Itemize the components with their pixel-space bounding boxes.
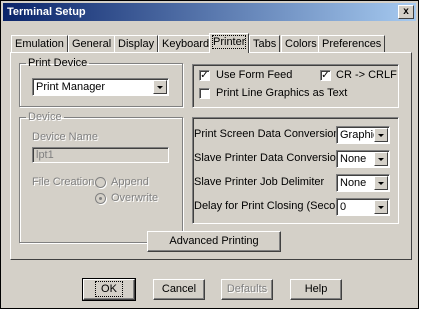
file-creation-label: File Creation xyxy=(32,176,95,188)
use-form-feed-label: Use Form Feed xyxy=(216,69,293,81)
chevron-down-icon[interactable] xyxy=(153,80,167,94)
defaults-button: Defaults xyxy=(221,279,273,300)
printer-tab-panel: Print Device Print Manager ✓ Use Form Fe… xyxy=(10,52,412,260)
delay-print-closing-select[interactable]: 0 xyxy=(336,198,390,216)
device-name-value: lpt1 xyxy=(36,149,54,161)
print-line-graphics-label: Print Line Graphics as Text xyxy=(216,87,348,99)
append-radio xyxy=(95,177,106,188)
title-bar[interactable]: Terminal Setup x xyxy=(3,3,416,21)
print-screen-conversion-select[interactable]: Graphics xyxy=(336,126,390,144)
device-legend: Device xyxy=(28,111,62,123)
advanced-printing-button[interactable]: Advanced Printing xyxy=(147,231,281,252)
device-name-field: lpt1 xyxy=(32,147,169,163)
terminal-setup-dialog: Terminal Setup x Emulation General Displ… xyxy=(0,0,419,309)
delay-print-closing-value: 0 xyxy=(340,201,347,213)
tab-general[interactable]: General xyxy=(68,35,116,52)
chevron-down-icon[interactable] xyxy=(374,200,388,214)
tab-display[interactable]: Display xyxy=(114,35,159,52)
print-line-graphics-checkbox[interactable] xyxy=(199,88,210,99)
help-button[interactable]: Help xyxy=(290,279,342,300)
slave-data-conversion-value: None xyxy=(340,153,367,165)
print-screen-conversion-value: Graphics xyxy=(340,129,376,141)
tab-keyboard[interactable]: Keyboard xyxy=(158,35,214,52)
slave-job-delimiter-select[interactable]: None xyxy=(336,174,390,192)
overwrite-label: Overwrite xyxy=(111,192,159,204)
tab-emulation[interactable]: Emulation xyxy=(11,35,68,52)
print-device-legend: Print Device xyxy=(28,57,88,69)
print-screen-conversion-label: Print Screen Data Conversion xyxy=(194,128,340,140)
cancel-button[interactable]: Cancel xyxy=(153,279,205,300)
slave-job-delimiter-label: Slave Printer Job Delimiter xyxy=(194,176,325,188)
append-label: Append xyxy=(111,176,149,188)
print-device-value: Print Manager xyxy=(36,81,106,93)
device-name-label: Device Name xyxy=(32,131,99,143)
delay-print-closing-label: Delay for Print Closing (Seconds) xyxy=(194,200,357,212)
use-form-feed-checkbox[interactable]: ✓ xyxy=(199,70,210,81)
tab-printer[interactable]: Printer xyxy=(209,33,250,53)
overwrite-radio xyxy=(95,193,106,204)
cr-crlf-label: CR -> CRLF xyxy=(336,69,397,81)
chevron-down-icon[interactable] xyxy=(374,152,388,166)
chevron-down-icon[interactable] xyxy=(374,128,388,142)
close-button[interactable]: x xyxy=(398,5,414,19)
tab-preferences[interactable]: Preferences xyxy=(318,35,386,52)
slave-data-conversion-label: Slave Printer Data Conversion xyxy=(194,152,342,164)
tab-tabs[interactable]: Tabs xyxy=(249,35,281,52)
cr-crlf-checkbox[interactable]: ✓ xyxy=(320,70,331,81)
tab-colors[interactable]: Colors xyxy=(281,35,321,52)
slave-job-delimiter-value: None xyxy=(340,177,367,189)
slave-data-conversion-select[interactable]: None xyxy=(336,150,390,168)
chevron-down-icon[interactable] xyxy=(374,176,388,190)
print-device-select[interactable]: Print Manager xyxy=(32,78,169,96)
window-title: Terminal Setup xyxy=(7,6,86,18)
ok-button[interactable]: OK xyxy=(82,278,136,301)
